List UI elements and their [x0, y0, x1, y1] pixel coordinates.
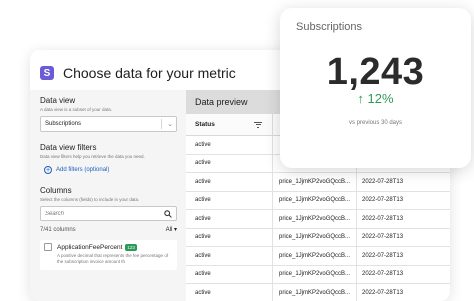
price-cell: price_1JjmKP2voGQccB... [273, 228, 357, 246]
columns-count-row: 7/41 columns All ▾ [40, 226, 177, 234]
table-row[interactable]: active price_1JjmKP2voGQccB... 2022-07-28T… [186, 247, 450, 266]
select-divider [161, 119, 162, 129]
metric-card-title: Subscriptions [296, 21, 363, 33]
page-title: Choose data for your metric [63, 65, 236, 81]
columns-title: Columns [40, 186, 72, 195]
price-cell: price_1JjmKP2voGQccB... [273, 210, 357, 228]
price-cell: price_1JjmKP2voGQccB... [273, 265, 357, 283]
status-cell: active [186, 284, 273, 301]
metric-value: 1,243 [326, 51, 425, 93]
add-filters-label: Add filters (optional) [56, 167, 110, 173]
chevron-down-icon: ⌄ [167, 121, 173, 128]
column-search-box[interactable] [40, 206, 177, 221]
date-cell: 2022-07-28T13 [362, 215, 404, 222]
status-cell: active [186, 265, 273, 283]
table-row[interactable]: active price_1JjmKP2voGQccB... 2022-07-28T… [186, 228, 450, 247]
table-row[interactable]: active price_1JjmKP2voGQccB... 2022-07-28T… [186, 173, 450, 192]
all-select-label: All [165, 227, 173, 233]
date-cell: 2022-07-28T13 [362, 178, 404, 185]
price-cell: price_1JjmKP2voGQccB... [273, 173, 357, 191]
date-cell: 2022-07-28T13 [362, 234, 404, 241]
data-view-subtitle: A data view is a subset of your data. [40, 107, 113, 112]
columns-subtitle: Select the columns (fields) to include i… [40, 197, 140, 202]
checkbox-icon[interactable] [44, 243, 52, 251]
status-header-label: Status [195, 121, 215, 128]
panel-header: S Choose data for your metric [40, 63, 236, 83]
filter-icon[interactable] [254, 121, 262, 128]
column-name: ApplicationFeePercent [57, 243, 123, 251]
data-view-title: Data view [40, 96, 76, 105]
search-icon[interactable] [164, 209, 172, 218]
date-cell: 2022-07-28T13 [362, 252, 404, 259]
status-cell: active [186, 154, 273, 172]
table-row[interactable]: active price_1JjmKP2voGQccB... 2022-07-28T… [186, 265, 450, 284]
date-cell: 2022-07-28T13 [362, 289, 404, 296]
filters-subtitle: Data view filters help you retrieve the … [40, 154, 145, 159]
all-columns-select[interactable]: All ▾ [166, 226, 177, 233]
add-filters-button[interactable]: + Add filters (optional) [44, 166, 177, 174]
price-cell: price_1JjmKP2voGQccB... [273, 247, 357, 265]
metric-card: Subscriptions 1,243 ↑ 12% vs previous 30… [280, 8, 471, 168]
status-cell: active [186, 136, 273, 154]
plus-circle-icon: + [44, 166, 52, 174]
data-view-select[interactable]: Subscriptions ⌄ [40, 116, 177, 132]
date-cell: 2022-07-28T13 [362, 197, 404, 204]
table-row[interactable]: active price_1JjmKP2voGQccB... 2022-07-28T… [186, 210, 450, 229]
status-cell: active [186, 191, 273, 209]
status-cell: active [186, 173, 273, 191]
price-cell: price_1JjmKP2voGQccB... [273, 284, 357, 301]
status-cell: active [186, 247, 273, 265]
status-cell: active [186, 228, 273, 246]
column-type-badge: 123 [125, 243, 137, 251]
table-row[interactable]: active price_1JjmKP2voGQccB... 2022-07-28T… [186, 284, 450, 301]
metric-delta: ↑ 12% [357, 91, 394, 106]
date-cell: 2022-07-28T13 [362, 271, 404, 278]
column-description: A positive decimal that represents the f… [57, 253, 169, 264]
price-cell: price_1JjmKP2voGQccB... [273, 191, 357, 209]
column-list-item[interactable]: ApplicationFeePercent 123 A positive dec… [40, 240, 177, 270]
status-cell: active [186, 210, 273, 228]
logo-icon: S [40, 66, 54, 80]
filters-title: Data view filters [40, 143, 97, 152]
chevron-down-icon: ▾ [173, 227, 177, 233]
status-column-header[interactable]: Status [186, 114, 273, 135]
config-sidebar: Data view A data view is a subset of you… [30, 90, 186, 301]
table-row[interactable]: active price_1JjmKP2voGQccB... 2022-07-28T… [186, 191, 450, 210]
column-search-input[interactable] [45, 210, 145, 217]
metric-comparison-note: vs previous 30 days [348, 120, 403, 126]
data-view-selected: Subscriptions [45, 121, 82, 127]
columns-count: 7/41 columns [40, 226, 76, 233]
